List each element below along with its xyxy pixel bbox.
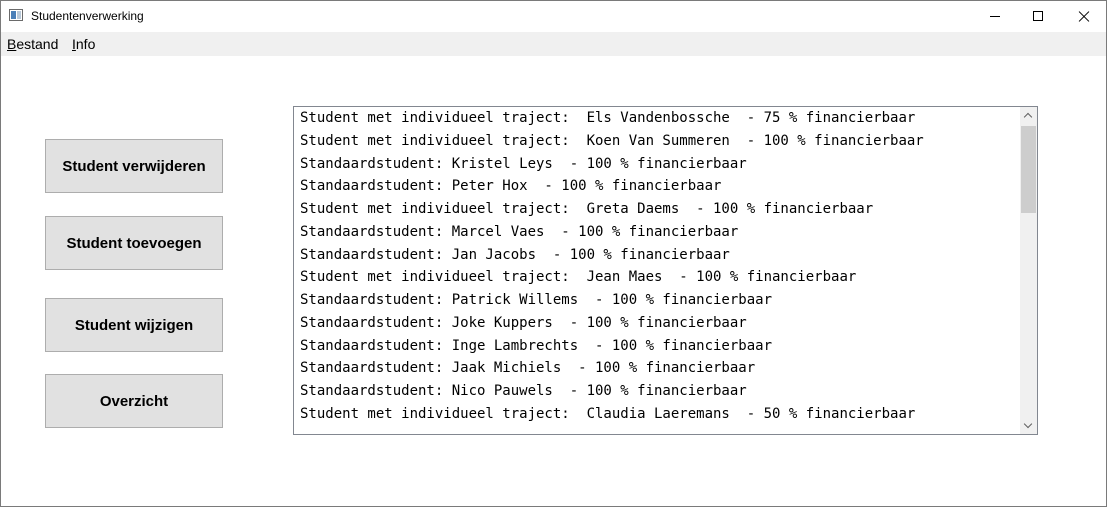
vertical-scrollbar[interactable]	[1020, 107, 1037, 434]
student-wijzigen-button[interactable]: Student wijzigen	[45, 298, 223, 352]
list-item[interactable]: Student met individueel traject: Claudia…	[294, 403, 1018, 426]
overzicht-button[interactable]: Overzicht	[45, 374, 223, 428]
list-item[interactable]: Student met individueel traject: Koen Va…	[294, 130, 1018, 153]
list-item[interactable]: Student met individueel traject: Els Van…	[294, 107, 1018, 130]
list-item[interactable]: Standaardstudent: Jan Jacobs - 100 % fin…	[294, 244, 1018, 267]
close-icon[interactable]	[1061, 1, 1106, 32]
list-item[interactable]: Standaardstudent: Peter Hox - 100 % fina…	[294, 175, 1018, 198]
maximize-icon[interactable]	[1015, 1, 1061, 32]
list-item[interactable]: Standaardstudent: Kristel Leys - 100 % f…	[294, 153, 1018, 176]
student-verwijderen-button[interactable]: Student verwijderen	[45, 139, 223, 193]
list-item[interactable]: Standaardstudent: Joke Kuppers - 100 % f…	[294, 312, 1018, 335]
minimize-icon[interactable]	[972, 1, 1018, 32]
list-item[interactable]: Standaardstudent: Jaak Michiels - 100 % …	[294, 357, 1018, 380]
menu-bar: Bestand Info	[1, 32, 1106, 56]
menu-item-bestand[interactable]: Bestand	[7, 36, 58, 52]
title-bar[interactable]: Studentenverwerking	[1, 1, 1106, 32]
window-title: Studentenverwerking	[31, 9, 144, 23]
student-toevoegen-button[interactable]: Student toevoegen	[45, 216, 223, 270]
list-item[interactable]: Standaardstudent: Marcel Vaes - 100 % fi…	[294, 221, 1018, 244]
scrollbar-thumb[interactable]	[1021, 126, 1036, 213]
list-item[interactable]: Student met individueel traject: Jean Ma…	[294, 266, 1018, 289]
list-item[interactable]: Standaardstudent: Nico Pauwels - 100 % f…	[294, 380, 1018, 403]
chevron-down-icon[interactable]	[1020, 417, 1037, 434]
app-window: Studentenverwerking Bestand Info Student…	[0, 0, 1107, 507]
student-listbox[interactable]: Student met individueel traject: Els Van…	[293, 106, 1038, 435]
chevron-up-icon[interactable]	[1020, 107, 1037, 124]
list-item[interactable]: Standaardstudent: Patrick Willems - 100 …	[294, 289, 1018, 312]
list-item[interactable]: Standaardstudent: Inge Lambrechts - 100 …	[294, 335, 1018, 358]
menu-item-info[interactable]: Info	[72, 36, 95, 52]
app-window-icon	[9, 9, 23, 21]
list-item[interactable]: Student met individueel traject: Greta D…	[294, 198, 1018, 221]
student-list: Student met individueel traject: Els Van…	[294, 107, 1018, 434]
